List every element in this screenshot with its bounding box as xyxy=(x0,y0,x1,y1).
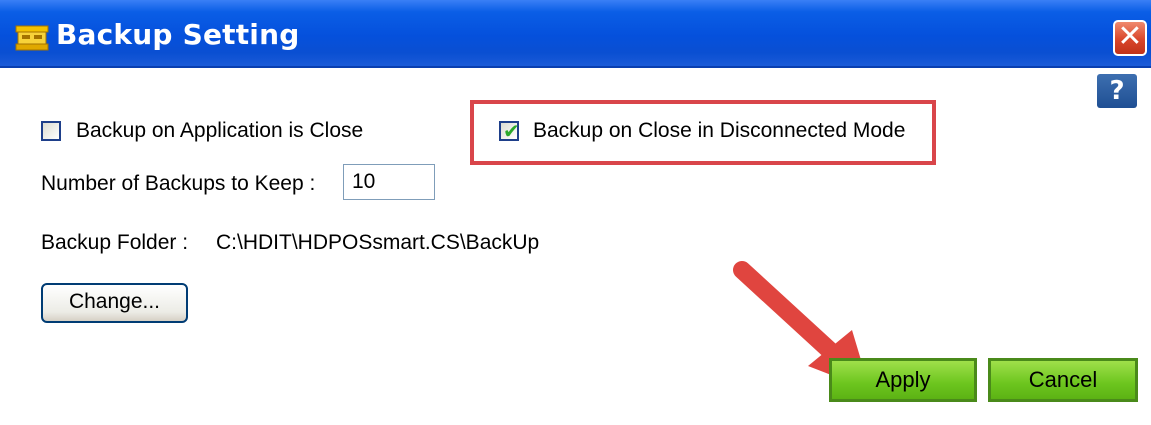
change-folder-button[interactable]: Change... xyxy=(41,283,188,323)
apply-button[interactable]: Apply xyxy=(829,358,977,402)
cash-register-icon xyxy=(15,25,49,51)
backup-on-app-close-checkbox[interactable] xyxy=(41,121,61,141)
cancel-button[interactable]: Cancel xyxy=(988,358,1138,402)
num-backups-input[interactable] xyxy=(343,164,435,200)
window-title: Backup Setting xyxy=(56,18,300,51)
num-backups-label: Number of Backups to Keep : xyxy=(41,172,316,195)
help-button[interactable]: ? xyxy=(1097,74,1137,108)
close-icon: ✕ xyxy=(1117,19,1143,54)
close-button[interactable]: ✕ xyxy=(1113,20,1147,56)
title-bar[interactable]: Backup Setting ✕ xyxy=(0,0,1151,68)
backup-on-app-close-label: Backup on Application is Close xyxy=(76,119,364,142)
backup-setting-dialog: Backup Setting ✕ ? Backup on Application… xyxy=(0,0,1151,425)
backup-folder-path: C:\HDIT\HDPOSsmart.CS\BackUp xyxy=(216,231,540,254)
backup-on-close-disconnected-checkbox[interactable]: ✔ xyxy=(499,119,520,143)
backup-folder-label: Backup Folder : xyxy=(41,231,189,254)
backup-on-close-disconnected-label: Backup on Close in Disconnected Mode xyxy=(533,119,906,142)
help-icon: ? xyxy=(1109,76,1125,106)
checkmark-icon: ✔ xyxy=(503,119,520,143)
